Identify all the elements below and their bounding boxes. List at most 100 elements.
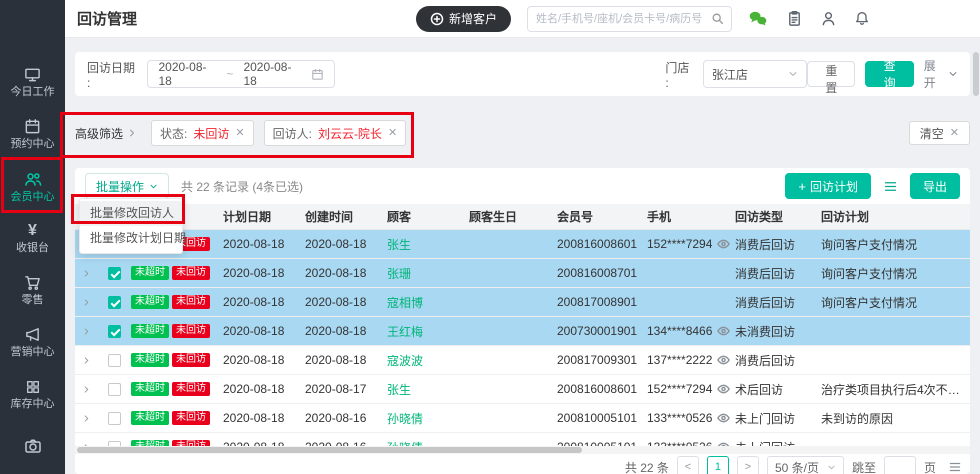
cell-visit-plan: 未到访的原因 bbox=[821, 410, 970, 427]
prev-page-button[interactable]: < bbox=[677, 456, 699, 474]
add-visit-plan-button[interactable]: + 回访计划 bbox=[785, 173, 871, 199]
row-expand-icon[interactable] bbox=[75, 385, 101, 394]
sidebar-item-marketing-center[interactable]: 营销中心 bbox=[0, 316, 65, 368]
sidebar-item-cashier[interactable]: ¥ 收银台 bbox=[0, 212, 65, 264]
row-status: 未超时 未回访 bbox=[131, 295, 223, 309]
pagination: 共 22 条 < 1 > 50 条/页 跳至 页 bbox=[75, 456, 970, 474]
sidebar-item-member-center[interactable]: 会员中心 bbox=[0, 160, 65, 212]
row-expand-icon[interactable] bbox=[75, 356, 101, 365]
cell-phone: 152****7294 bbox=[647, 237, 735, 251]
eye-icon[interactable] bbox=[717, 355, 730, 365]
close-icon[interactable]: ✕ bbox=[235, 128, 244, 139]
customer-link[interactable]: 孙晓倩 bbox=[387, 439, 469, 447]
cell-phone: 152****7294 bbox=[647, 382, 735, 396]
filter-tag-status[interactable]: 状态: 未回访 ✕ bbox=[151, 120, 254, 146]
sidebar-item-label: 今日工作 bbox=[11, 87, 55, 98]
filter-tag-visitor[interactable]: 回访人: 刘云云-院长 ✕ bbox=[264, 120, 407, 146]
chevron-right-icon bbox=[127, 128, 137, 138]
cell-member-no: 200816008601 bbox=[557, 382, 647, 396]
cell-member-no: 200817008901 bbox=[557, 295, 647, 309]
query-button[interactable]: 查询 bbox=[865, 61, 913, 87]
row-checkbox[interactable] bbox=[108, 412, 121, 425]
customer-link[interactable]: 孙晓倩 bbox=[387, 410, 469, 427]
column-settings-icon[interactable] bbox=[883, 179, 898, 194]
cell-member-no: 200816008601 bbox=[557, 237, 647, 251]
date-range-picker[interactable]: 2020-08-18 ~ 2020-08-18 bbox=[147, 60, 335, 88]
customer-link[interactable]: 张生 bbox=[387, 381, 469, 398]
cell-create-date: 2020-08-16 bbox=[305, 411, 387, 425]
customer-link[interactable]: 张珊 bbox=[387, 265, 469, 282]
row-expand-icon[interactable] bbox=[75, 414, 101, 423]
batch-actions-button[interactable]: 批量操作 bbox=[85, 173, 169, 199]
clear-filters-button[interactable]: 清空 ✕ bbox=[909, 121, 970, 145]
sidebar-item-today-work[interactable]: 今日工作 bbox=[0, 56, 65, 108]
sidebar-item-label: 预约中心 bbox=[11, 139, 55, 150]
row-checkbox[interactable] bbox=[108, 383, 121, 396]
cell-visit-type: 消费后回访 bbox=[735, 294, 821, 311]
pagination-settings-icon[interactable] bbox=[948, 460, 962, 474]
cell-phone: 133****0526 bbox=[647, 411, 735, 425]
eye-icon[interactable] bbox=[717, 413, 730, 423]
cell-plan-date: 2020-08-18 bbox=[223, 324, 305, 338]
next-page-button[interactable]: > bbox=[737, 456, 759, 474]
row-status: 未超时 未回访 bbox=[131, 266, 223, 280]
search-icon[interactable] bbox=[711, 12, 725, 26]
table-row: 未超时 未回访 2020-08-18 2020-08-18 王红梅 200730… bbox=[75, 317, 970, 346]
record-summary: 共 22 条记录 (4条已选) bbox=[181, 178, 303, 195]
table-row: 未超时 未回访 2020-08-18 2020-08-16 孙晓倩 200810… bbox=[75, 433, 970, 446]
sidebar-item-appointment-center[interactable]: 预约中心 bbox=[0, 108, 65, 160]
customer-link[interactable]: 寇相博 bbox=[387, 294, 469, 311]
eye-icon[interactable] bbox=[717, 326, 730, 336]
customer-link[interactable]: 张生 bbox=[387, 236, 469, 253]
customer-link[interactable]: 寇波波 bbox=[387, 352, 469, 369]
sidebar-item-label: 库存中心 bbox=[11, 399, 55, 410]
eye-icon[interactable] bbox=[717, 384, 730, 394]
row-expand-icon[interactable] bbox=[75, 269, 101, 278]
date-from[interactable]: 2020-08-18 bbox=[158, 60, 216, 88]
cell-visit-plan: 询问客户支付情况 bbox=[821, 265, 970, 282]
bell-icon[interactable] bbox=[854, 10, 870, 27]
batch-actions-menu: 批量修改回访人 批量修改计划日期 bbox=[79, 198, 183, 254]
row-checkbox[interactable] bbox=[108, 267, 121, 280]
row-expand-icon[interactable] bbox=[75, 298, 101, 307]
row-checkbox[interactable] bbox=[108, 296, 121, 309]
search-input[interactable] bbox=[527, 6, 732, 32]
clipboard-icon[interactable] bbox=[786, 10, 803, 27]
wechat-icon[interactable] bbox=[748, 10, 769, 28]
jump-suffix: 页 bbox=[924, 459, 936, 474]
store-select[interactable]: 张江店 bbox=[703, 60, 807, 88]
contacts-icon[interactable] bbox=[820, 10, 837, 27]
date-to[interactable]: 2020-08-18 bbox=[243, 60, 301, 88]
menu-item-batch-edit-visitor[interactable]: 批量修改回访人 bbox=[80, 201, 182, 226]
add-customer-button[interactable]: 新增客户 bbox=[416, 6, 511, 32]
close-icon[interactable]: ✕ bbox=[388, 128, 397, 139]
cell-plan-date: 2020-08-18 bbox=[223, 382, 305, 396]
menu-item-batch-edit-plan-date[interactable]: 批量修改计划日期 bbox=[80, 226, 182, 251]
vertical-scrollbar-thumb[interactable] bbox=[973, 52, 979, 96]
horizontal-scrollbar-thumb[interactable] bbox=[77, 447, 582, 453]
monitor-icon bbox=[24, 66, 41, 83]
row-checkbox[interactable] bbox=[108, 354, 121, 367]
col-visit-type: 回访类型 bbox=[735, 208, 821, 225]
export-button[interactable]: 导出 bbox=[910, 173, 960, 199]
sidebar-item-inventory-center[interactable]: 库存中心 bbox=[0, 368, 65, 420]
sidebar-item-retail[interactable]: 零售 bbox=[0, 264, 65, 316]
expand-toggle[interactable]: 展开 bbox=[924, 57, 958, 91]
row-checkbox[interactable] bbox=[108, 325, 121, 338]
jump-label: 跳至 bbox=[852, 459, 876, 474]
cell-plan-date: 2020-08-18 bbox=[223, 266, 305, 280]
cell-create-date: 2020-08-18 bbox=[305, 266, 387, 280]
cell-visit-type: 未上门回访 bbox=[735, 439, 821, 447]
page-size-select[interactable]: 50 条/页 bbox=[767, 456, 844, 474]
eye-icon[interactable] bbox=[717, 239, 730, 249]
table-row: 未超时 未回访 2020-08-18 2020-08-17 张生 2008160… bbox=[75, 375, 970, 404]
table-toolbar: 批量操作 共 22 条记录 (4条已选) + 回访计划 导出 bbox=[75, 168, 970, 204]
cell-visit-plan: 询问客户支付情况 bbox=[821, 294, 970, 311]
row-expand-icon[interactable] bbox=[75, 327, 101, 336]
advanced-filter-toggle[interactable]: 高级筛选 bbox=[75, 125, 137, 142]
current-page-button[interactable]: 1 bbox=[707, 456, 729, 474]
reset-button[interactable]: 重置 bbox=[807, 61, 855, 87]
sidebar-item-camera[interactable] bbox=[0, 420, 65, 472]
jump-page-input[interactable] bbox=[884, 456, 916, 474]
customer-link[interactable]: 王红梅 bbox=[387, 323, 469, 340]
